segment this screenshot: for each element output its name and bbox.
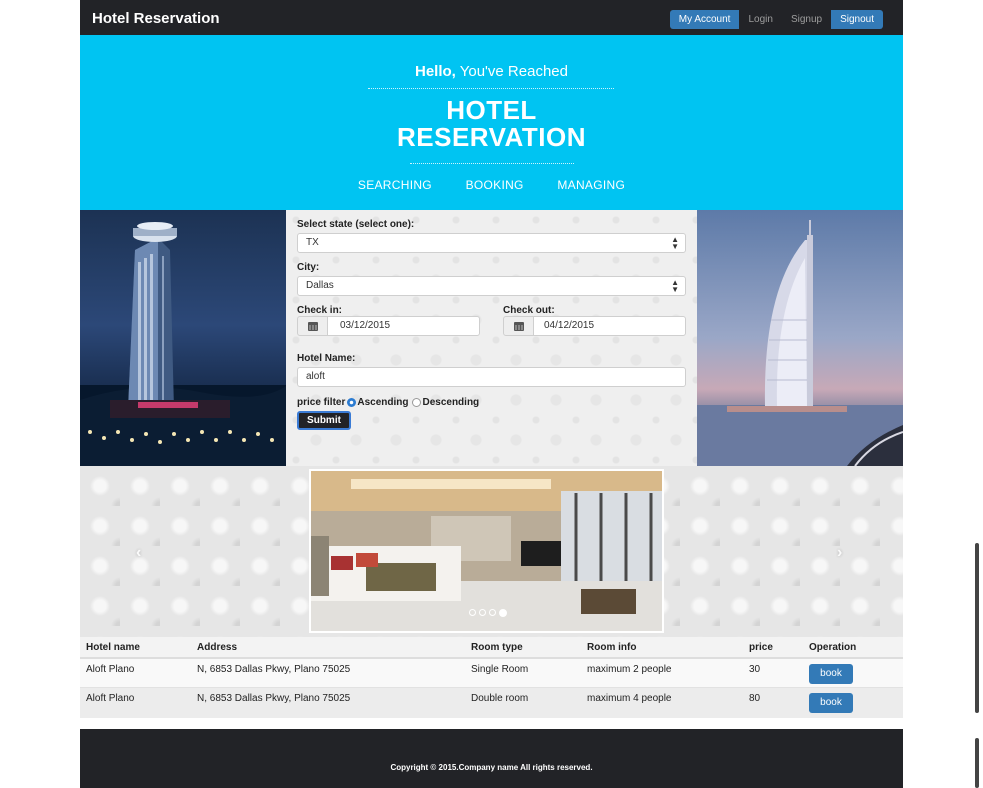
checkin-date-input[interactable]: 03/12/2015 <box>327 316 480 336</box>
state-select[interactable]: TX ▲ ▼ <box>297 233 686 253</box>
checkin-label: Check in: <box>297 305 343 316</box>
city-select[interactable]: Dallas ▲ ▼ <box>297 276 686 296</box>
carousel-indicator[interactable] <box>479 609 486 616</box>
col-room-info: Room info <box>587 642 637 653</box>
nav-login[interactable]: Login <box>739 10 781 29</box>
cell-hotel: Aloft Plano <box>86 693 135 704</box>
price-filter-label: price filter <box>297 397 346 408</box>
carousel-indicator[interactable] <box>469 609 476 616</box>
nav-links: My Account Login Signup Signout <box>669 10 883 29</box>
carousel-indicator-active[interactable] <box>499 609 507 617</box>
carousel-indicator[interactable] <box>489 609 496 616</box>
select-caret-icon: ▲ ▼ <box>671 278 679 294</box>
city-label: City: <box>297 262 320 273</box>
descending-label[interactable]: Descending <box>422 397 479 408</box>
table-row: Aloft Plano N, 6853 Dallas Pkwy, Plano 7… <box>80 659 903 688</box>
state-select-value: TX <box>306 237 319 248</box>
hotel-name-input[interactable]: aloft <box>297 367 686 387</box>
carousel-prev-icon[interactable]: ‹ <box>136 544 141 562</box>
cell-room-type: Double room <box>471 693 529 704</box>
city-select-value: Dallas <box>306 280 334 291</box>
state-label: Select state (select one): <box>297 219 415 230</box>
book-button[interactable]: book <box>809 664 853 684</box>
cell-address: N, 6853 Dallas Pkwy, Plano 75025 <box>197 664 351 675</box>
carousel-indicators <box>469 609 507 617</box>
ascending-label[interactable]: Ascending <box>357 397 408 408</box>
col-operation: Operation <box>809 642 857 653</box>
copyright-text: Copyright © 2015.Company name All rights… <box>390 763 593 772</box>
secondary-scrollbar-thumb[interactable] <box>975 738 979 788</box>
nav-my-account[interactable]: My Account <box>669 10 740 29</box>
cell-hotel: Aloft Plano <box>86 664 135 675</box>
nav-signup[interactable]: Signup <box>782 10 831 29</box>
book-button[interactable]: book <box>809 693 853 713</box>
cell-price: 30 <box>749 664 761 675</box>
cell-price: 80 <box>749 693 761 704</box>
results-table: Hotel name Address Room type Room info p… <box>80 637 903 718</box>
price-filter-group: price filter Ascending Descending <box>297 397 479 408</box>
calendar-icon <box>307 321 318 331</box>
search-form: Select state (select one): TX ▲ ▼ City: D… <box>286 210 697 466</box>
col-price: price <box>749 642 773 653</box>
sail-hotel-illustration <box>697 220 903 466</box>
page: Hotel Reservation My Account Login Signu… <box>0 0 983 788</box>
hero-divider-top <box>368 88 614 89</box>
ascending-radio[interactable] <box>347 398 357 407</box>
page-footer: Copyright © 2015.Company name All rights… <box>80 729 903 788</box>
col-address: Address <box>197 642 238 653</box>
col-room-type: Room type <box>471 642 523 653</box>
hero-greeting: Hello, You've Reached <box>80 63 903 80</box>
submit-button[interactable]: Submit <box>297 411 351 430</box>
cell-address: N, 6853 Dallas Pkwy, Plano 75025 <box>197 693 351 704</box>
table-header-row: Hotel name Address Room type Room info p… <box>80 637 903 659</box>
checkin-calendar-button[interactable] <box>297 316 328 336</box>
hero-divider-bottom <box>410 163 574 164</box>
hotel-name-label: Hotel Name: <box>297 353 356 364</box>
hotel-tower-image <box>80 210 286 466</box>
descending-radio[interactable] <box>412 398 422 407</box>
cell-room-info: maximum 4 people <box>587 693 672 704</box>
hero-title-line2: RESERVATION <box>397 122 586 152</box>
hero-tabs: SEARCHING BOOKING MANAGING <box>80 178 903 192</box>
room-carousel: ‹ › <box>80 466 903 637</box>
cell-room-type: Single Room <box>471 664 529 675</box>
hero-tab-searching: SEARCHING <box>357 178 432 192</box>
carousel-next-icon[interactable]: › <box>837 544 842 562</box>
hero-banner: Hello, You've Reached HOTEL RESERVATION … <box>80 35 903 210</box>
hero-title-line1: HOTEL <box>446 95 537 125</box>
hero-greeting-bold: Hello, <box>415 63 456 80</box>
brand-title[interactable]: Hotel Reservation <box>92 10 220 27</box>
col-hotel-name: Hotel name <box>86 642 140 653</box>
page-scrollbar-thumb[interactable] <box>975 543 979 713</box>
hotel-tower-illustration <box>80 222 286 466</box>
table-row: Aloft Plano N, 6853 Dallas Pkwy, Plano 7… <box>80 688 903 718</box>
hero-tab-managing: MANAGING <box>557 178 626 192</box>
top-navbar: Hotel Reservation My Account Login Signu… <box>80 0 903 35</box>
sail-hotel-image <box>697 210 903 466</box>
calendar-icon <box>513 321 524 331</box>
hero-greeting-rest: You've Reached <box>455 63 568 80</box>
hero-title: HOTEL RESERVATION <box>80 97 903 151</box>
hero-tab-booking: BOOKING <box>465 178 524 192</box>
checkout-date-input[interactable]: 04/12/2015 <box>533 316 686 336</box>
nav-signout[interactable]: Signout <box>831 10 883 29</box>
hotel-room-illustration <box>311 471 662 631</box>
cell-room-info: maximum 2 people <box>587 664 672 675</box>
checkout-label: Check out: <box>503 305 555 316</box>
checkout-calendar-button[interactable] <box>503 316 534 336</box>
select-caret-icon: ▲ ▼ <box>671 235 679 251</box>
